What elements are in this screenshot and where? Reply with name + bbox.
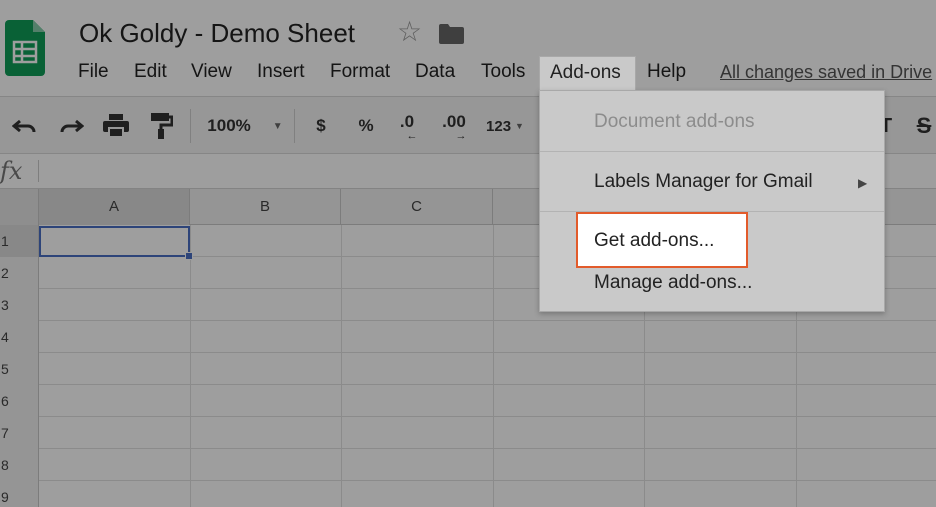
menu-item-manage-addons[interactable]: Manage add-ons... [540, 272, 884, 294]
submenu-arrow-icon: ▶ [858, 176, 868, 190]
menu-item-labels-manager[interactable]: Labels Manager for Gmail [540, 171, 884, 193]
addons-dropdown-menu: Document add-ons Labels Manager for Gmai… [539, 90, 885, 312]
menu-item-document-addons: Document add-ons [594, 111, 755, 132]
menu-addons[interactable]: Add-ons [539, 56, 636, 90]
menu-divider [540, 151, 884, 152]
menu-item-get-addons[interactable]: Get add-ons... [594, 230, 714, 252]
